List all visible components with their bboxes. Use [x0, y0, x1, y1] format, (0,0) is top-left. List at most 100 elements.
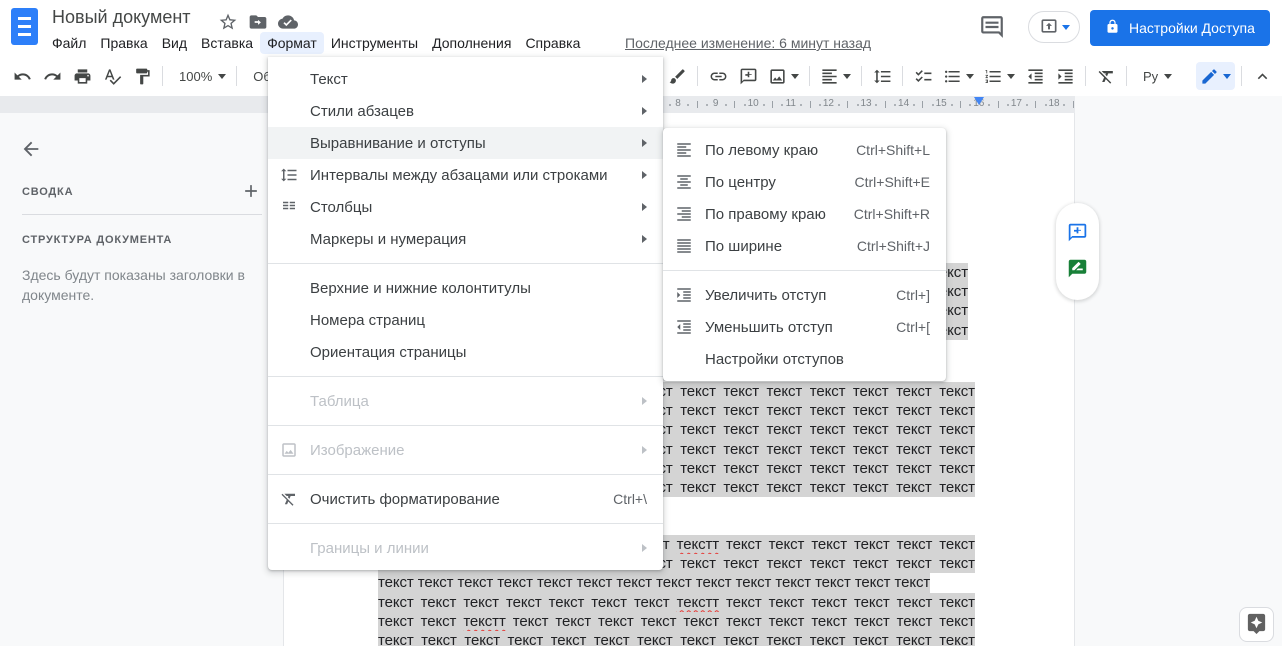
spellcheck-button[interactable]: [98, 62, 126, 90]
add-comment-button[interactable]: [734, 62, 762, 90]
submenu-arrow-icon: [642, 446, 647, 454]
ruler-indent-marker[interactable]: [974, 97, 984, 105]
ruler-tick: [800, 104, 802, 106]
chevron-up-icon: [1253, 67, 1272, 86]
undo-button[interactable]: [8, 62, 36, 90]
align-select[interactable]: [816, 62, 855, 90]
document-text-line[interactable]: текст текст текст текст текст текст текс…: [378, 631, 975, 646]
document-text-line[interactable]: текст текст текст текст текст текст текс…: [378, 593, 975, 612]
ruler-tick: [857, 104, 859, 106]
menu-item-right: [630, 203, 647, 211]
misspelled-word[interactable]: текстт: [677, 594, 719, 611]
add-comment-side-button[interactable]: [1066, 222, 1090, 246]
collapse-toolbar-button[interactable]: [1248, 62, 1276, 90]
align-submenu-item-1[interactable]: По центруCtrl+Shift+E: [663, 166, 946, 198]
add-summary-button[interactable]: [240, 181, 262, 203]
bulleted-list-button[interactable]: [939, 62, 978, 90]
menu-item-label: Интервалы между абзацами или строками: [310, 167, 608, 184]
suggest-edit-icon: [1067, 258, 1088, 282]
insert-link-button[interactable]: [704, 62, 732, 90]
suggest-edits-side-button[interactable]: [1066, 258, 1090, 282]
format-menu-item-9[interactable]: Ориентация страницы: [268, 336, 663, 368]
move-folder-icon[interactable]: [248, 12, 268, 32]
misspelled-word[interactable]: текстт: [463, 613, 505, 630]
menu-item-label: Стили абзацев: [310, 103, 414, 120]
menu-item-label: Верхние и нижние колонтитулы: [310, 280, 531, 297]
star-icon[interactable]: [218, 12, 238, 32]
format-menu-item-4[interactable]: Столбцы: [268, 191, 663, 223]
chevron-down-icon: [843, 74, 851, 79]
submenu-arrow-icon: [642, 75, 647, 83]
menubar-item-формат[interactable]: Формат: [260, 32, 324, 54]
ruler-number: 15: [936, 98, 947, 109]
chevron-down-icon: [1223, 74, 1231, 79]
format-menu-item-8[interactable]: Номера страниц: [268, 304, 663, 336]
ruler-number: 8: [675, 98, 681, 109]
align-submenu-item-7[interactable]: Настройки отступов: [663, 343, 946, 375]
pen-tool-button[interactable]: [663, 62, 691, 90]
ruler-tick: [932, 104, 934, 106]
toolbar-separator: [861, 66, 862, 86]
indent-decrease-icon: [663, 318, 705, 336]
align-submenu-item-2[interactable]: По правому краюCtrl+Shift+R: [663, 198, 946, 230]
align-submenu-item-0[interactable]: По левому краюCtrl+Shift+L: [663, 134, 946, 166]
format-menu-item-5[interactable]: Маркеры и нумерация: [268, 223, 663, 255]
present-button[interactable]: [1028, 11, 1080, 43]
last-edit-link[interactable]: Последнее изменение: 6 минут назад: [625, 35, 871, 51]
menubar-item-файл[interactable]: Файл: [45, 32, 93, 54]
numbered-list-button[interactable]: [980, 62, 1019, 90]
align-justify-icon: [663, 237, 705, 255]
indent-increase-icon: [1056, 67, 1075, 86]
document-title[interactable]: Новый документ: [52, 7, 191, 28]
print-button[interactable]: [68, 62, 96, 90]
outline-hint: Здесь будут показаны заголовки в докумен…: [22, 265, 254, 305]
format-menu-item-15[interactable]: Очистить форматированиеCtrl+\: [268, 483, 663, 515]
format-menu-item-1[interactable]: Стили абзацев: [268, 95, 663, 127]
document-text-line[interactable]: текст текст текст текст текст текст текс…: [378, 573, 930, 592]
line-spacing-button[interactable]: [868, 62, 896, 90]
cloud-saved-icon[interactable]: [278, 12, 298, 32]
explore-button[interactable]: [1239, 607, 1274, 642]
align-submenu-item-3[interactable]: По ширинеCtrl+Shift+J: [663, 230, 946, 262]
format-menu-item-2[interactable]: Выравнивание и отступы: [268, 127, 663, 159]
add-comment-icon: [739, 67, 758, 86]
ruler-tick: [1035, 101, 1036, 108]
clear-formatting-button[interactable]: [1092, 62, 1120, 90]
toolbar-separator: [902, 66, 903, 86]
menubar-item-инструменты[interactable]: Инструменты: [324, 32, 425, 54]
comments-history-icon[interactable]: [978, 13, 1006, 41]
menubar-item-правка[interactable]: Правка: [93, 32, 154, 54]
increase-indent-button[interactable]: [1051, 62, 1079, 90]
docs-logo[interactable]: [11, 8, 38, 45]
format-menu-item-7[interactable]: Верхние и нижние колонтитулы: [268, 272, 663, 304]
document-text-line[interactable]: текст текст текстт текст текст текст тек…: [378, 612, 975, 631]
close-outline-button[interactable]: [16, 135, 46, 165]
insert-image-button[interactable]: [764, 62, 803, 90]
lock-icon: [1105, 19, 1120, 37]
format-menu-item-3[interactable]: Интервалы между абзацами или строками: [268, 159, 663, 191]
menubar-item-вставка[interactable]: Вставка: [194, 32, 260, 54]
menu-item-shortcut: Ctrl+\: [613, 491, 647, 507]
menubar-item-вид[interactable]: Вид: [155, 32, 194, 54]
redo-button[interactable]: [38, 62, 66, 90]
submenu-arrow-icon: [642, 171, 647, 179]
menu-divider: [268, 474, 663, 475]
checklist-button[interactable]: [909, 62, 937, 90]
misspelled-word[interactable]: текстт: [677, 536, 719, 553]
clear-format-icon: [268, 490, 310, 508]
ruler-number: 12: [823, 98, 834, 109]
align-submenu-item-6[interactable]: Уменьшить отступCtrl+[: [663, 311, 946, 343]
menubar-item-справка[interactable]: Справка: [518, 32, 587, 54]
align-submenu-item-5[interactable]: Увеличить отступCtrl+]: [663, 279, 946, 311]
paint-format-button[interactable]: [128, 62, 156, 90]
share-settings-button[interactable]: Настройки Доступа: [1090, 10, 1270, 46]
insert-image-icon: [768, 67, 787, 86]
menu-divider: [268, 263, 663, 264]
format-menu-item-0[interactable]: Текст: [268, 63, 663, 95]
menu-item-label: По ширине: [705, 238, 782, 255]
decrease-indent-button[interactable]: [1021, 62, 1049, 90]
menubar-item-дополнения[interactable]: Дополнения: [425, 32, 518, 54]
editing-mode-select[interactable]: [1196, 62, 1235, 90]
input-tools-select[interactable]: Ру: [1133, 62, 1176, 90]
zoom-select[interactable]: 100%: [169, 62, 230, 90]
